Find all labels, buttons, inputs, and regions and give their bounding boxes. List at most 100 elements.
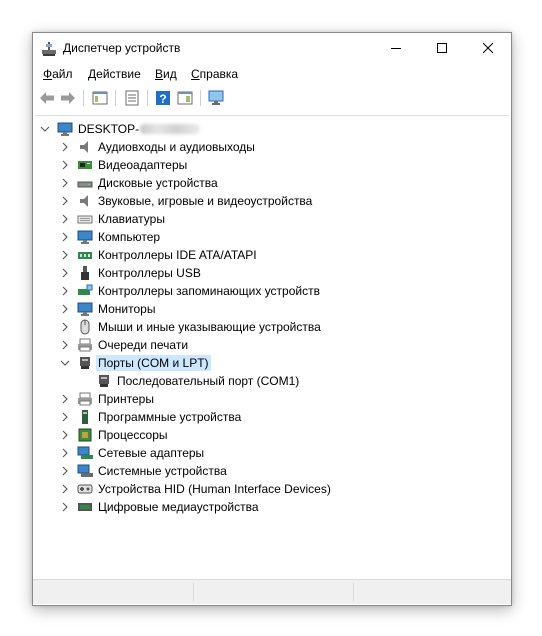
tree-category[interactable]: Программные устройства [35,408,505,426]
status-cell [353,583,504,601]
tree-category-label: Процессоры [98,428,168,442]
tree-category-label: Устройства HID (Human Interface Devices) [98,482,331,496]
tree-root-label: DESKTOP- [78,122,140,136]
chevron-right-icon [62,268,68,278]
tree-category-label: Видеоадаптеры [98,158,188,172]
tree-category[interactable]: Сетевые адаптеры [35,444,505,462]
forward-arrow-icon [61,92,75,104]
tree-root[interactable]: DESKTOP- [35,120,505,138]
toolbar-separator [83,90,84,106]
forward-button[interactable] [59,89,77,107]
tree-category-label: Мыши и иные указывающие устройства [98,320,321,334]
chevron-right-icon [62,232,68,242]
chevron-right-icon [62,430,68,440]
tree-category[interactable]: Мыши и иные указывающие устройства [35,318,505,336]
chevron-right-icon [62,448,68,458]
chevron-right-icon [62,340,68,350]
tree-category-label: Аудиовходы и аудиовыходы [98,140,255,154]
chevron-right-icon [62,142,68,152]
chevron-right-icon [62,412,68,422]
chevron-right-icon [62,304,68,314]
tree-category[interactable]: Порты (COM и LPT) [35,354,505,372]
tree-category[interactable]: Аудиовходы и аудиовыходы [35,138,505,156]
scan-hardware-button[interactable] [207,89,225,107]
tree-category-label: Принтеры [98,392,154,406]
properties-icon [125,90,139,106]
show-hide-console-tree-button[interactable] [91,89,109,107]
media-device-icon [77,499,93,515]
properties-button[interactable] [123,89,141,107]
tree-category[interactable]: Устройства HID (Human Interface Devices) [35,480,505,498]
tree-category[interactable]: Принтеры [35,390,505,408]
redacted-hostname [140,124,201,134]
tree-category[interactable]: Мониторы [35,300,505,318]
tree-category[interactable]: Звуковые, игровые и видеоустройства [35,192,505,210]
chevron-right-icon [62,466,68,476]
port-icon [96,373,112,389]
close-button[interactable] [465,33,511,63]
title-bar[interactable]: Диспетчер устройств [33,33,511,63]
tree-category[interactable]: Контроллеры IDE ATA/ATAPI [35,246,505,264]
mouse-icon [77,319,93,335]
chevron-right-icon [62,286,68,296]
tree-category-label: Контроллеры IDE ATA/ATAPI [98,248,257,262]
toolbar-separator [147,90,148,106]
chevron-right-icon [62,250,68,260]
tree-category-label: Дисковые устройства [98,176,218,190]
help-button[interactable]: ? [154,89,172,107]
toolbar: ? [33,85,511,111]
ide-controller-icon [77,247,93,263]
computer-icon [77,229,93,245]
menu-file[interactable]: Файл [43,67,73,81]
tree-category-label: Компьютер [98,230,161,244]
chevron-right-icon [62,178,68,188]
tree-category[interactable]: Клавиатуры [35,210,505,228]
tree-category[interactable]: Компьютер [35,228,505,246]
chevron-right-icon [62,502,68,512]
tree-category[interactable]: Процессоры [35,426,505,444]
speaker-icon [77,139,93,155]
tree-category-label: Клавиатуры [98,212,165,226]
menu-help[interactable]: Справка [191,67,238,81]
action-pane-button[interactable] [176,89,194,107]
storage-controller-icon [77,283,93,299]
maximize-icon [437,43,447,53]
hid-icon [77,481,93,497]
device-manager-icon [41,41,57,57]
tree-device-label: Последовательный порт (COM1) [117,374,300,388]
tree-category[interactable]: Контроллеры запоминающих устройств [35,282,505,300]
back-button[interactable] [38,89,56,107]
chevron-right-icon [62,394,68,404]
disk-drive-icon [77,175,93,191]
processor-icon [77,427,93,443]
tree-category[interactable]: Контроллеры USB [35,264,505,282]
tree-category[interactable]: Цифровые медиаустройства [35,498,505,516]
menu-view[interactable]: Вид [155,67,177,81]
tree-category[interactable]: Очереди печати [35,336,505,354]
tree-category[interactable]: Видеоадаптеры [35,156,505,174]
usb-icon [77,265,93,281]
svg-text:?: ? [159,92,166,106]
device-tree[interactable]: DESKTOP- Аудиовходы и аудиовыходы Видеоа… [35,115,509,578]
tree-category-label: Программные устройства [98,410,242,424]
network-adapter-icon [77,445,93,461]
keyboard-icon [77,211,93,227]
minimize-icon [391,48,401,49]
action-pane-icon [177,91,193,105]
tree-category-label: Мониторы [98,302,156,316]
toolbar-separator [115,90,116,106]
device-manager-window: Диспетчер устройств Файл Действие Вид Сп… [32,32,512,606]
tree-category-label: Очереди печати [98,338,189,352]
status-bar [33,579,511,604]
system-device-icon [77,463,93,479]
minimize-button[interactable] [373,33,419,63]
scan-monitor-icon [208,90,224,105]
tree-category-label: Порты (COM и LPT) [96,355,211,371]
tree-category[interactable]: Системные устройства [35,462,505,480]
tree-category[interactable]: Дисковые устройства [35,174,505,192]
maximize-button[interactable] [419,33,465,63]
computer-icon [57,121,73,137]
tree-device[interactable]: Последовательный порт (COM1) [35,372,505,390]
menu-action[interactable]: Действие [88,67,141,81]
window-title: Диспетчер устройств [63,41,181,55]
